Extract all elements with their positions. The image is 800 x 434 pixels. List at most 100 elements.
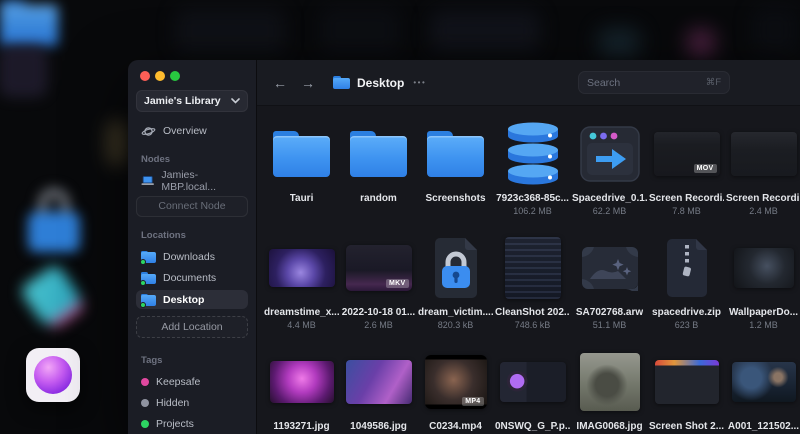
file-item-1193271[interactable]: 1193271.jpg xyxy=(263,346,340,434)
file-name: random xyxy=(360,193,397,204)
more-options-button[interactable]: ••• xyxy=(413,78,426,87)
image-thumbnail xyxy=(268,249,335,287)
file-size: 748.6 kB xyxy=(514,320,551,330)
video-thumbnail xyxy=(730,132,797,176)
chevron-down-icon xyxy=(231,98,240,104)
image-thumbnail xyxy=(499,362,566,402)
file-item-encrypted[interactable]: dream_victim.... 820.3 kB xyxy=(417,232,494,346)
back-button[interactable]: ← xyxy=(271,75,289,91)
library-switcher[interactable]: Jamie's Library xyxy=(136,90,248,113)
sidebar-item-node[interactable]: Jamies-MBP.local... xyxy=(136,169,248,193)
file-item-imag0068[interactable]: IMAG0068.jpg xyxy=(571,346,648,434)
sidebar-item-tag-keepsafe[interactable]: Keepsafe xyxy=(136,372,248,391)
file-item-mkv-video[interactable]: MKV 2022-10-18 01... 2.6 MB xyxy=(340,232,417,346)
file-item-dreamstime[interactable]: dreamstime_x... 4.4 MB xyxy=(263,232,340,346)
file-item-a001[interactable]: A001_121502... xyxy=(725,346,800,434)
file-item-zip[interactable]: spacedrive.zip 623 B xyxy=(648,232,725,346)
file-item-installer[interactable]: Spacedrive_0.1... 62.2 MB xyxy=(571,118,648,232)
file-item-tauri[interactable]: Tauri xyxy=(263,118,340,232)
sidebar-item-downloads[interactable]: Downloads xyxy=(136,247,248,266)
image-thumbnail xyxy=(504,237,561,299)
file-name: SA702768.arw xyxy=(575,307,644,318)
video-thumbnail: MOV xyxy=(653,132,720,176)
sidebar-item-label: Overview xyxy=(163,125,207,138)
zoom-button[interactable] xyxy=(170,71,180,81)
file-name: Tauri xyxy=(289,193,314,204)
search-box[interactable]: ⌘F xyxy=(578,71,730,94)
file-item-cleanshot[interactable]: CleanShot 202... 748.6 kB xyxy=(494,232,571,346)
sidebar-item-tag-hidden[interactable]: Hidden xyxy=(136,393,248,412)
location-label: Desktop xyxy=(163,293,205,306)
file-name: dreamstime_x... xyxy=(264,307,339,318)
minimize-button[interactable] xyxy=(155,71,165,81)
spacedrive-logo-sphere xyxy=(34,356,72,394)
main-panel: ← → Desktop ••• ⌘F Tauri xyxy=(256,60,800,434)
search-input[interactable] xyxy=(587,76,706,89)
format-badge: MOV xyxy=(693,164,717,173)
file-item-random[interactable]: random xyxy=(340,118,417,232)
tag-label: Hidden xyxy=(156,396,190,409)
file-item-database[interactable]: 7923c368-85c... 106.2 MB xyxy=(494,118,571,232)
blurred-shape xyxy=(752,6,798,54)
file-name: WallpaperDo... xyxy=(728,307,799,318)
tag-label: Keepsafe xyxy=(156,375,201,388)
video-thumbnail xyxy=(731,362,796,402)
file-name: Screen Recordi... xyxy=(726,193,800,204)
file-item-0nswq[interactable]: 0NSWQ_G_P.p... xyxy=(494,346,571,434)
forward-button[interactable]: → xyxy=(299,75,317,91)
file-size: 4.4 MB xyxy=(287,320,316,330)
file-item-screenshots[interactable]: Screenshots xyxy=(417,118,494,232)
image-thumbnail xyxy=(733,248,794,288)
add-location-button[interactable]: Add Location xyxy=(136,316,248,338)
folder-icon xyxy=(333,76,350,89)
blurred-shape xyxy=(430,10,540,52)
file-size: 2.4 MB xyxy=(749,206,778,216)
folder-icon xyxy=(350,131,407,177)
sidebar-item-overview[interactable]: Overview xyxy=(136,121,248,140)
file-size: 2.6 MB xyxy=(364,320,393,330)
file-name: Screenshots xyxy=(425,193,486,204)
laptop-icon xyxy=(141,175,154,185)
folder-icon xyxy=(140,272,156,287)
raw-image-icon xyxy=(581,247,638,291)
spacedrive-dock-icon[interactable] xyxy=(26,348,80,402)
file-item-wallpaper[interactable]: WallpaperDo... 1.2 MB xyxy=(725,232,800,346)
file-size: 1.2 MB xyxy=(749,320,778,330)
file-item-1049586[interactable]: 1049586.jpg xyxy=(340,346,417,434)
file-name: 1049586.jpg xyxy=(350,421,407,432)
file-size: 106.2 MB xyxy=(513,206,552,216)
connect-node-button[interactable]: Connect Node xyxy=(136,195,248,218)
file-size: 62.2 MB xyxy=(592,206,627,216)
file-name: dream_victim.... xyxy=(418,307,493,318)
file-item-screenshot2[interactable]: Screen Shot 2... xyxy=(648,346,725,434)
video-thumbnail: MKV xyxy=(345,245,412,291)
tag-color-dot xyxy=(141,398,149,407)
format-badge: MKV xyxy=(386,279,409,288)
folder-icon xyxy=(273,131,330,177)
image-thumbnail xyxy=(654,360,719,404)
folder-icon xyxy=(427,131,484,177)
file-item-raw-photo[interactable]: SA702768.arw 51.1 MB xyxy=(571,232,648,346)
blurred-pink-blob xyxy=(688,30,714,56)
page-title: Desktop xyxy=(357,75,405,90)
file-name: A001_121502... xyxy=(727,421,800,432)
breadcrumb: Desktop ••• xyxy=(333,76,426,90)
file-item-screen-recording-1[interactable]: MOV Screen Recordi... 7.8 MB xyxy=(648,118,725,232)
file-name: 7923c368-85c... xyxy=(496,193,569,204)
window-controls xyxy=(136,69,248,81)
tag-label: Projects xyxy=(156,418,194,431)
library-name: Jamie's Library xyxy=(144,95,221,108)
search-shortcut: ⌘F xyxy=(705,77,721,88)
close-button[interactable] xyxy=(140,71,150,81)
blurred-shape xyxy=(106,120,128,166)
desktop-background: Jamie's Library Overview Nodes Jamies-MB… xyxy=(0,0,800,434)
file-size: 623 B xyxy=(674,320,699,330)
sidebar-item-desktop[interactable]: Desktop xyxy=(136,290,248,310)
video-thumbnail: MP4 xyxy=(424,355,487,409)
sidebar-item-tag-projects[interactable]: Projects xyxy=(136,415,248,434)
file-name: 0NSWQ_G_P.p... xyxy=(495,421,570,432)
file-item-screen-recording-2[interactable]: Screen Recordi... 2.4 MB xyxy=(725,118,800,232)
file-item-c0234[interactable]: MP4 C0234.mp4 xyxy=(417,346,494,434)
image-thumbnail xyxy=(345,360,412,404)
sidebar-item-documents[interactable]: Documents xyxy=(136,269,248,288)
